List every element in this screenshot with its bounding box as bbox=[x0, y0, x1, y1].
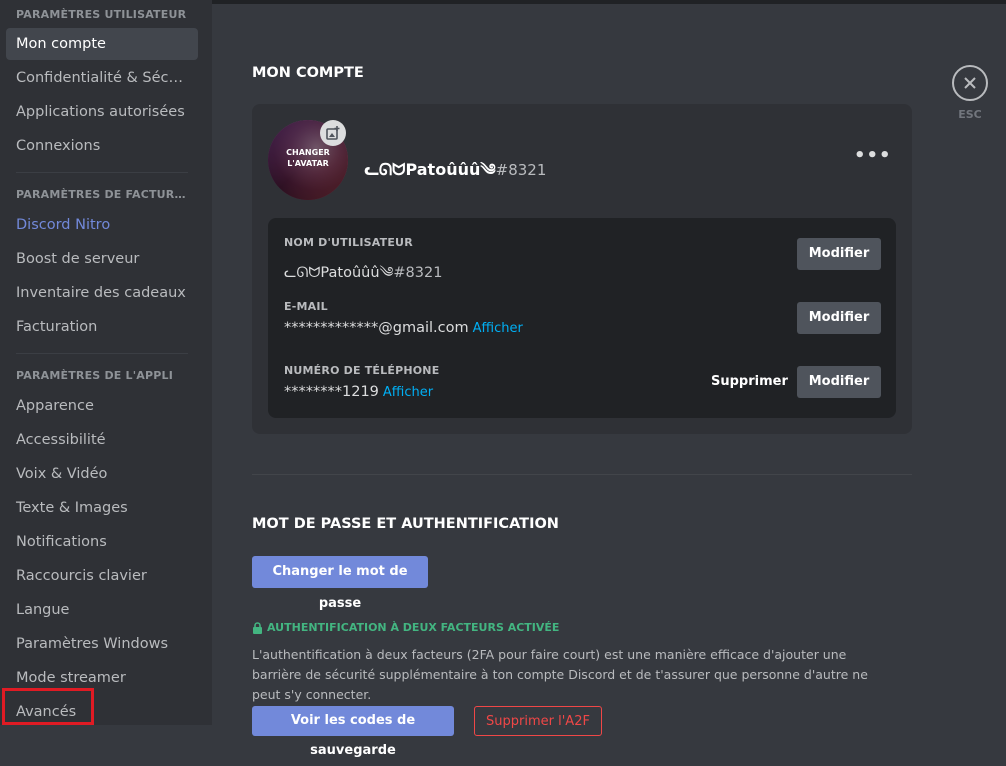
display-name: ᓚᘏᗢPatoûûû༄#8321 bbox=[364, 152, 546, 197]
username-label: NOM D'UTILISATEUR bbox=[284, 236, 413, 249]
sidebar-item-connections[interactable]: Connexions bbox=[6, 130, 198, 162]
security-section-title: MOT DE PASSE ET AUTHENTIFICATION bbox=[252, 516, 559, 532]
section-divider bbox=[252, 474, 912, 475]
phone-label: NUMÉRO DE TÉLÉPHONE bbox=[284, 364, 440, 377]
sidebar-item-windows-settings[interactable]: Paramètres Windows bbox=[6, 628, 198, 660]
sidebar-item-discord-nitro[interactable]: Discord Nitro bbox=[6, 209, 198, 241]
more-options-icon[interactable]: ••• bbox=[854, 147, 891, 168]
email-value: *************@gmail.com Afficher bbox=[284, 320, 523, 336]
sidebar-item-server-boost[interactable]: Boost de serveur bbox=[6, 243, 198, 275]
page-title: MON COMPTE bbox=[252, 65, 364, 81]
sidebar-item-voice-video[interactable]: Voix & Vidéo bbox=[6, 458, 198, 490]
account-fields-panel: NOM D'UTILISATEUR ᓚᘏᗢPatoûûû༄#8321 Modif… bbox=[268, 218, 896, 418]
sidebar-item-accessibility[interactable]: Accessibilité bbox=[6, 424, 198, 456]
email-label: E-MAIL bbox=[284, 300, 328, 313]
sidebar-item-notifications[interactable]: Notifications bbox=[6, 526, 198, 558]
account-card: CHANGER L'AVATAR ᓚᘏᗢPatoûûû༄#8321 ••• NO… bbox=[252, 104, 912, 434]
twofa-status: AUTHENTIFICATION À DEUX FACTEURS ACTIVÉE bbox=[252, 621, 559, 634]
user-settings-header: PARAMÈTRES UTILISATEUR bbox=[16, 8, 187, 21]
sidebar-item-my-account[interactable]: Mon compte bbox=[6, 28, 198, 60]
sidebar-item-billing[interactable]: Facturation bbox=[6, 311, 198, 343]
sidebar-item-appearance[interactable]: Apparence bbox=[6, 390, 198, 422]
display-name-text: ᓚᘏᗢPatoûûû༄ bbox=[364, 160, 496, 179]
twofa-status-text: AUTHENTIFICATION À DEUX FACTEURS ACTIVÉE bbox=[267, 621, 560, 634]
lock-icon bbox=[253, 621, 262, 634]
phone-text: ********1219 bbox=[284, 384, 379, 400]
esc-label: ESC bbox=[958, 108, 982, 121]
settings-sidebar: PARAMÈTRES UTILISATEUR Mon compte Confid… bbox=[0, 0, 212, 725]
phone-value: ********1219 Afficher bbox=[284, 384, 433, 400]
edit-phone-button[interactable]: Modifier bbox=[797, 366, 881, 398]
sidebar-item-keybinds[interactable]: Raccourcis clavier bbox=[6, 560, 198, 592]
reveal-phone-link[interactable]: Afficher bbox=[383, 385, 433, 400]
change-password-button[interactable]: Changer le mot de passe bbox=[252, 556, 428, 611]
view-backup-codes-button[interactable]: Voir les codes de sauvegarde bbox=[252, 706, 454, 758]
sidebar-separator bbox=[16, 172, 188, 173]
sidebar-separator bbox=[16, 353, 188, 354]
sidebar-item-language[interactable]: Langue bbox=[6, 594, 198, 626]
username-text: ᓚᘏᗢPatoûûû༄ bbox=[284, 265, 394, 281]
remove-phone-button[interactable]: Supprimer bbox=[711, 366, 788, 398]
username-value: ᓚᘏᗢPatoûûû༄#8321 bbox=[284, 256, 442, 297]
close-icon bbox=[964, 77, 976, 89]
remove-2fa-button[interactable]: Supprimer l'A2F bbox=[474, 706, 602, 736]
upload-image-icon[interactable] bbox=[320, 120, 346, 146]
edit-username-button[interactable]: Modifier bbox=[797, 238, 881, 270]
username-tag: #8321 bbox=[393, 265, 443, 281]
edit-email-button[interactable]: Modifier bbox=[797, 302, 881, 334]
email-text: *************@gmail.com bbox=[284, 320, 469, 336]
sidebar-item-privacy-safety[interactable]: Confidentialité & Sécurité bbox=[6, 62, 198, 94]
sidebar-item-authorized-apps[interactable]: Applications autorisées bbox=[6, 96, 198, 128]
app-settings-header: PARAMÈTRES DE L'APPLI bbox=[16, 369, 174, 382]
sidebar-item-text-images[interactable]: Texte & Images bbox=[6, 492, 198, 524]
sidebar-item-gift-inventory[interactable]: Inventaire des cadeaux bbox=[6, 277, 198, 309]
highlight-box bbox=[2, 688, 94, 725]
reveal-email-link[interactable]: Afficher bbox=[473, 321, 523, 336]
billing-settings-header: PARAMÈTRES DE FACTURATION bbox=[16, 188, 192, 201]
twofa-description: L'authentification à deux facteurs (2FA … bbox=[252, 647, 868, 702]
close-button[interactable] bbox=[952, 65, 988, 101]
discriminator: #8321 bbox=[495, 161, 547, 179]
